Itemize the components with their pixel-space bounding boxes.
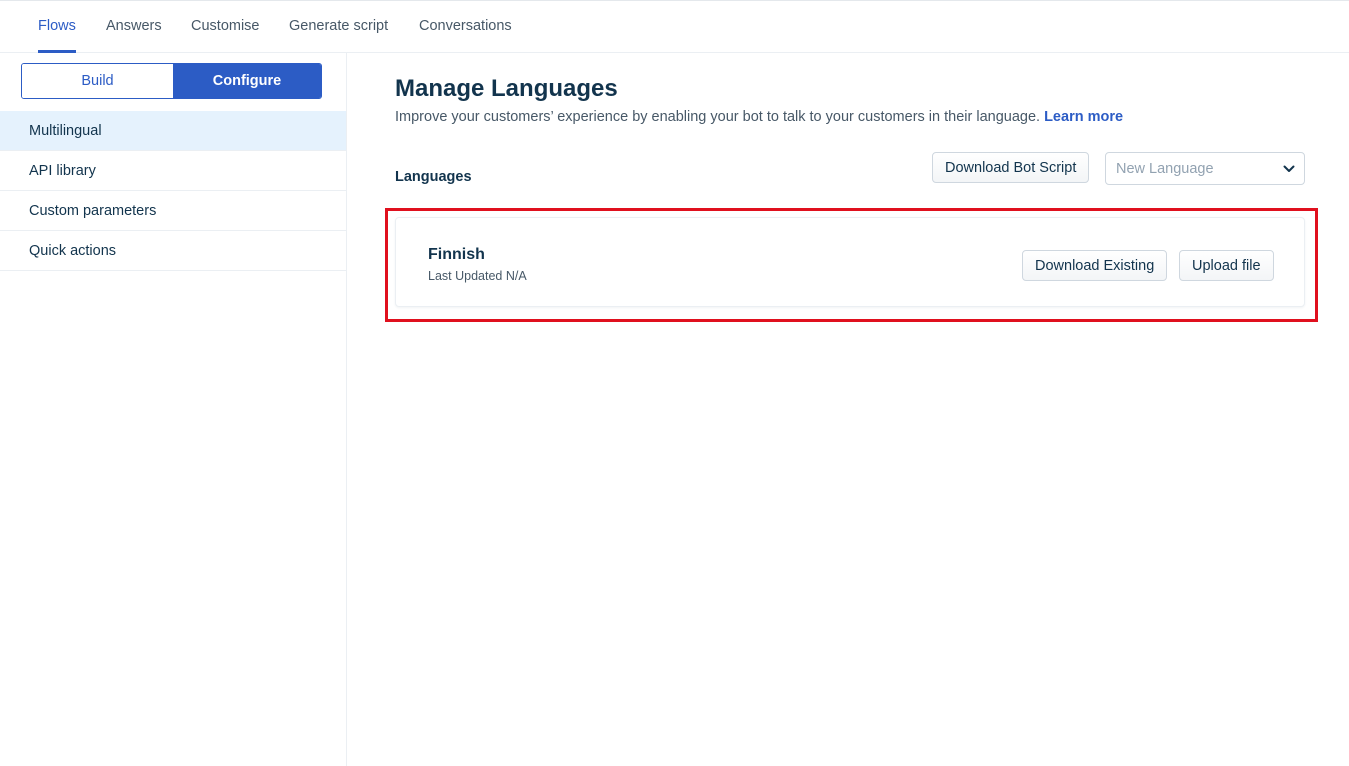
tab-answers[interactable]: Answers: [106, 1, 162, 53]
sidebar-item-api-library[interactable]: API library: [0, 151, 346, 191]
chevron-down-icon: [1283, 165, 1295, 172]
sidebar-item-quick-actions[interactable]: Quick actions: [0, 231, 346, 271]
download-bot-script-button[interactable]: Download Bot Script: [932, 152, 1090, 183]
sidebar: Build Configure Multilingual API library…: [0, 53, 347, 766]
tab-flows[interactable]: Flows: [38, 1, 76, 53]
description-text: Improve your customers’ experience by en…: [395, 109, 1041, 125]
sidebar-item-multilingual[interactable]: Multilingual: [0, 111, 346, 151]
main-content: Manage Languages Improve your customers’…: [347, 53, 1349, 766]
new-language-select[interactable]: [1105, 152, 1305, 185]
build-configure-toggle: Build Configure: [21, 63, 322, 99]
page-title: Manage Languages: [395, 75, 618, 102]
page-description: Improve your customers’ experience by en…: [395, 109, 1123, 125]
sidebar-item-custom-parameters[interactable]: Custom parameters: [0, 191, 346, 231]
configure-button[interactable]: Configure: [173, 64, 321, 98]
top-nav: Flows Answers Customise Generate script …: [0, 0, 1349, 53]
tab-customise[interactable]: Customise: [191, 1, 260, 53]
highlight-box: [385, 208, 1318, 322]
tab-conversations[interactable]: Conversations: [419, 1, 512, 53]
new-language-input[interactable]: [1116, 153, 1276, 184]
build-button[interactable]: Build: [22, 64, 173, 98]
tab-generate-script[interactable]: Generate script: [289, 1, 388, 53]
learn-more-link[interactable]: Learn more: [1044, 109, 1123, 125]
sidebar-menu: Multilingual API library Custom paramete…: [0, 111, 346, 271]
languages-section-label: Languages: [395, 169, 472, 185]
